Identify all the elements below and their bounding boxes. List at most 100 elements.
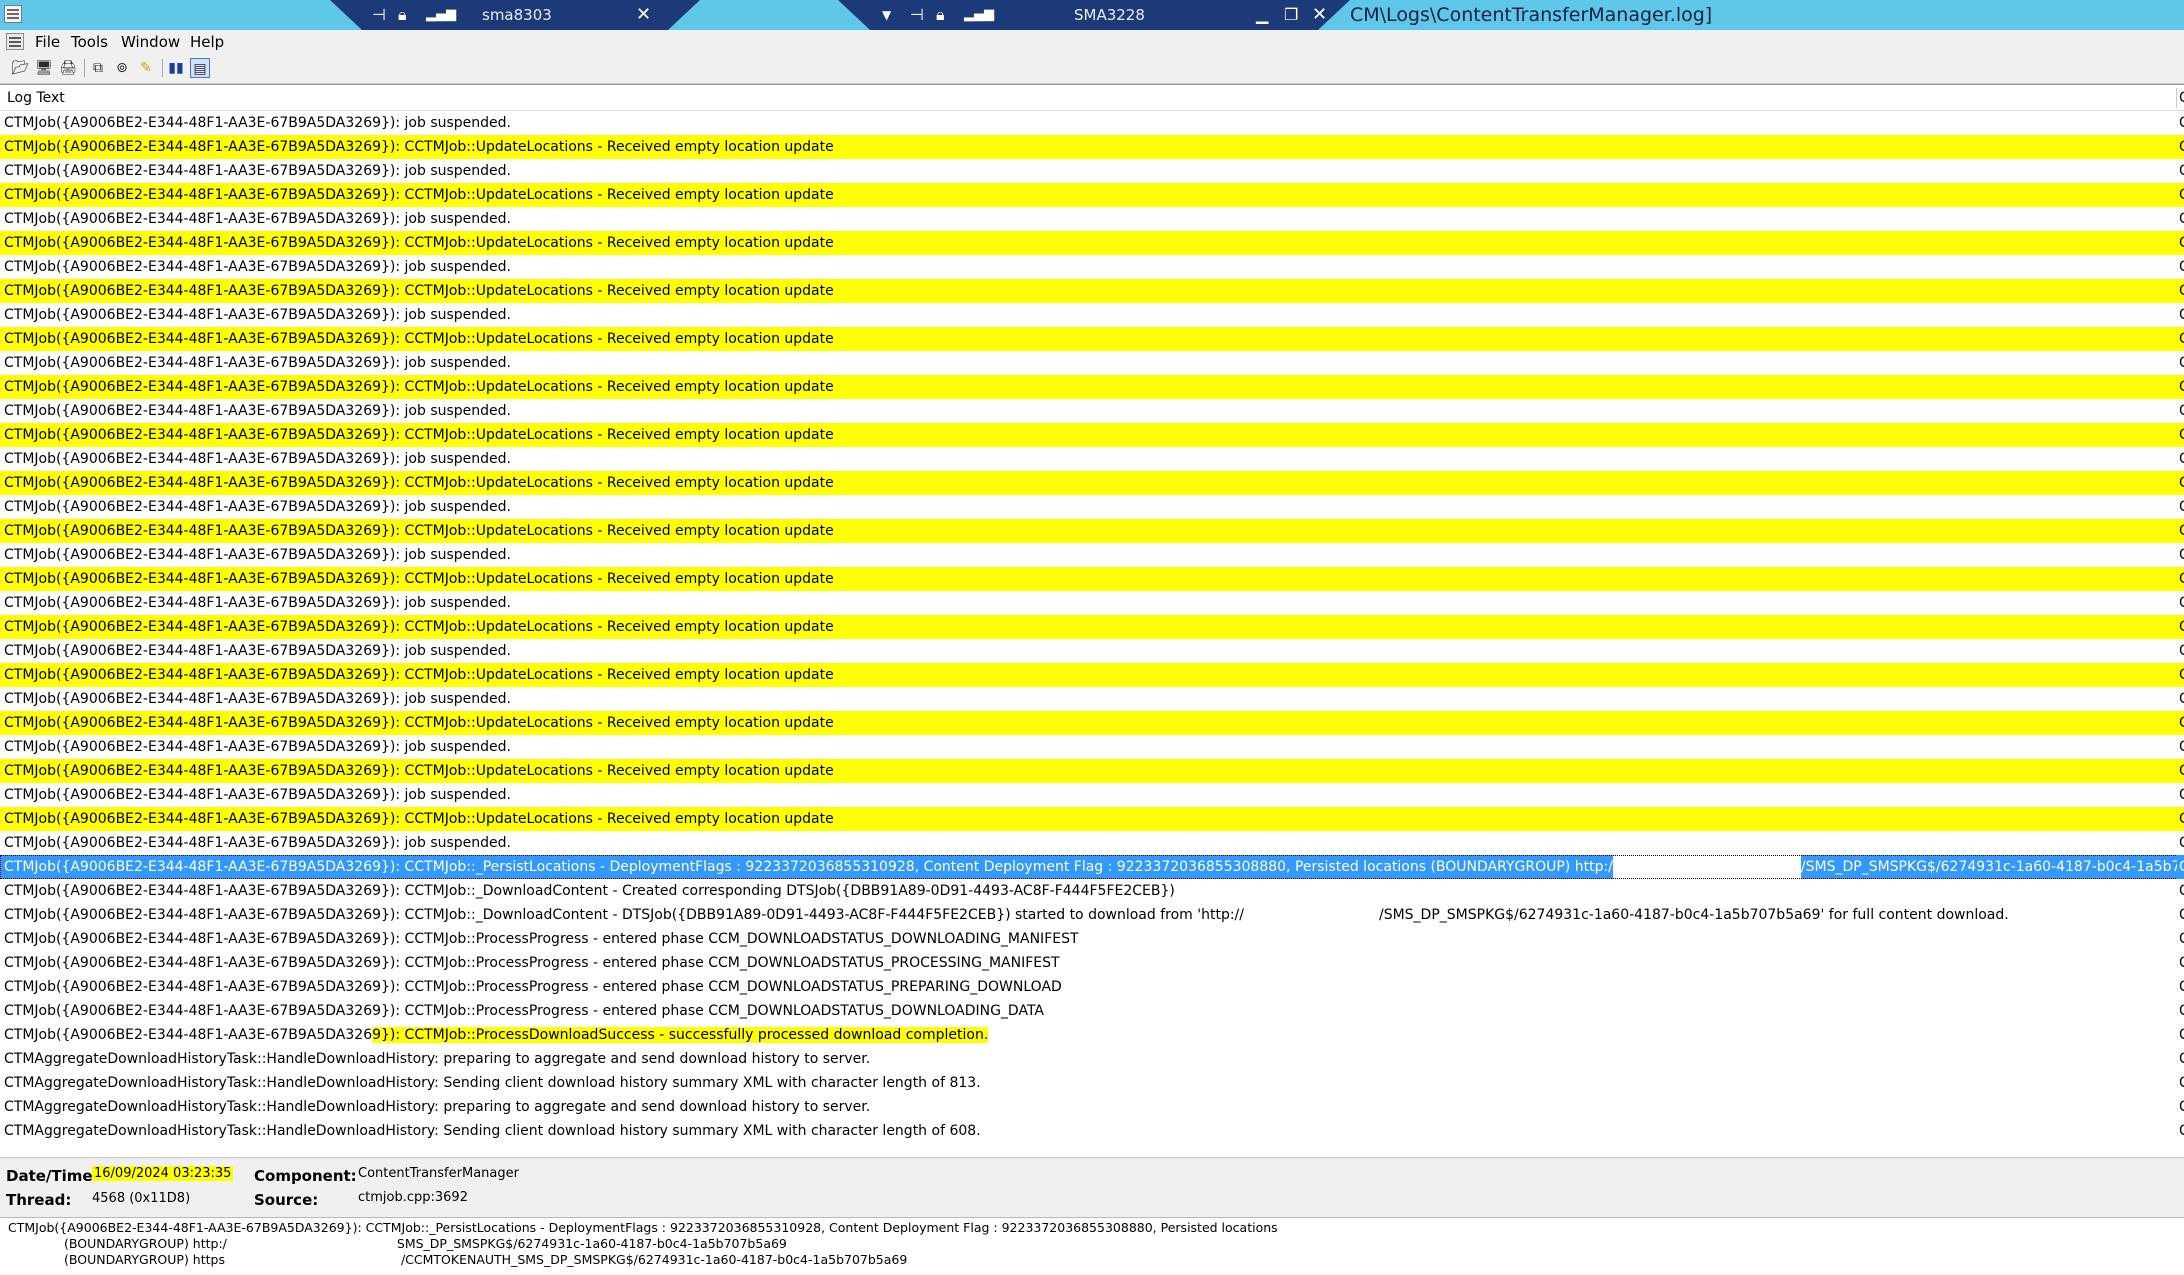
log-row-text: CTMJob({A9006BE2-E344-48F1-AA3E-67B9A5DA…: [4, 595, 512, 611]
log-row[interactable]: CTMJob({A9006BE2-E344-48F1-AA3E-67B9A5DA…: [0, 375, 2184, 399]
remote-tab-sma8303[interactable]: ⊣ 🔒︎ ▂▄▆ sma8303 ✕: [330, 0, 700, 30]
log-row[interactable]: CTMJob({A9006BE2-E344-48F1-AA3E-67B9A5DA…: [0, 231, 2184, 255]
log-row[interactable]: CTMAggregateDownloadHistoryTask::HandleD…: [0, 1119, 2184, 1143]
log-row[interactable]: CTMJob({A9006BE2-E344-48F1-AA3E-67B9A5DA…: [0, 999, 2184, 1023]
log-row-highlighted-text: 9}): CCTMJob::ProcessDownloadSuccess - s…: [372, 1027, 989, 1043]
lock-icon[interactable]: 🔒︎: [936, 0, 945, 30]
column-header-log-text[interactable]: Log Text: [7, 85, 65, 111]
message-segment: /CCMTOKENAUTH_SMS_DP_SMSPKG$/6274931c-1a…: [400, 1252, 908, 1267]
menu-tools[interactable]: Tools: [71, 30, 108, 54]
find-icon[interactable]: ⊚: [112, 58, 132, 78]
log-row[interactable]: CTMJob({A9006BE2-E344-48F1-AA3E-67B9A5DA…: [0, 591, 2184, 615]
log-row[interactable]: CTMJob({A9006BE2-E344-48F1-AA3E-67B9A5DA…: [0, 207, 2184, 231]
log-row[interactable]: CTMJob({A9006BE2-E344-48F1-AA3E-67B9A5DA…: [0, 327, 2184, 351]
open-icon[interactable]: 📂︎: [10, 58, 30, 78]
log-row-component-cell: C: [2177, 663, 2184, 687]
log-rows: CTMJob({A9006BE2-E344-48F1-AA3E-67B9A5DA…: [0, 111, 2184, 1143]
log-row[interactable]: CTMJob({A9006BE2-E344-48F1-AA3E-67B9A5DA…: [0, 615, 2184, 639]
log-row[interactable]: CTMAggregateDownloadHistoryTask::HandleD…: [0, 1095, 2184, 1119]
log-row[interactable]: CTMJob({A9006BE2-E344-48F1-AA3E-67B9A5DA…: [0, 831, 2184, 855]
menu-help[interactable]: Help: [190, 30, 224, 54]
log-row-component-cell: C: [2177, 999, 2184, 1023]
print-icon[interactable]: 🖨︎: [58, 58, 78, 78]
view-detail-icon[interactable]: ▤: [190, 58, 210, 78]
log-row[interactable]: CTMJob({A9006BE2-E344-48F1-AA3E-67B9A5DA…: [0, 663, 2184, 687]
log-row[interactable]: CTMJob({A9006BE2-E344-48F1-AA3E-67B9A5DA…: [0, 975, 2184, 999]
log-row-text: CTMJob({A9006BE2-E344-48F1-AA3E-67B9A5DA…: [4, 883, 1175, 899]
remote-tab-title: SMA3228: [1074, 6, 1145, 24]
log-row[interactable]: CTMJob({A9006BE2-E344-48F1-AA3E-67B9A5DA…: [0, 951, 2184, 975]
log-row-component-cell: C: [2177, 375, 2184, 399]
log-row-selected[interactable]: CTMJob({A9006BE2-E344-48F1-AA3E-67B9A5DA…: [0, 855, 2184, 879]
dropdown-icon[interactable]: ▼: [882, 0, 891, 30]
log-row[interactable]: CTMJob({A9006BE2-E344-48F1-AA3E-67B9A5DA…: [0, 903, 2184, 927]
log-row[interactable]: CTMJob({A9006BE2-E344-48F1-AA3E-67B9A5DA…: [0, 471, 2184, 495]
pin-icon[interactable]: ⊣: [372, 0, 386, 30]
log-row[interactable]: CTMJob({A9006BE2-E344-48F1-AA3E-67B9A5DA…: [0, 783, 2184, 807]
log-row[interactable]: CTMJob({A9006BE2-E344-48F1-AA3E-67B9A5DA…: [0, 639, 2184, 663]
column-separator[interactable]: [2176, 88, 2177, 108]
log-row[interactable]: CTMJob({A9006BE2-E344-48F1-AA3E-67B9A5DA…: [0, 927, 2184, 951]
log-row[interactable]: CTMAggregateDownloadHistoryTask::HandleD…: [0, 1047, 2184, 1071]
log-row[interactable]: CTMJob({A9006BE2-E344-48F1-AA3E-67B9A5DA…: [0, 423, 2184, 447]
log-row-component-cell: C: [2177, 183, 2184, 207]
log-row-component-cell: C: [2177, 1023, 2184, 1047]
lock-icon[interactable]: 🔒︎: [398, 0, 407, 30]
log-row[interactable]: CTMJob({A9006BE2-E344-48F1-AA3E-67B9A5DA…: [0, 159, 2184, 183]
log-row-component-cell: C: [2177, 255, 2184, 279]
log-row-component-cell: C: [2177, 159, 2184, 183]
minimize-icon[interactable]: ▁: [1256, 0, 1268, 30]
log-message-text[interactable]: CTMJob({A9006BE2-E344-48F1-AA3E-67B9A5DA…: [0, 1217, 2184, 1275]
log-row[interactable]: CTMJob({A9006BE2-E344-48F1-AA3E-67B9A5DA…: [0, 711, 2184, 735]
menu-file[interactable]: File: [35, 30, 60, 54]
close-icon[interactable]: ✕: [636, 0, 651, 30]
log-row[interactable]: CTMJob({A9006BE2-E344-48F1-AA3E-67B9A5DA…: [0, 807, 2184, 831]
log-row-component-cell: C: [2177, 951, 2184, 975]
log-row-component-cell: C: [2177, 759, 2184, 783]
pin-icon[interactable]: ⊣: [910, 0, 924, 30]
highlight-icon[interactable]: ✎: [136, 58, 156, 78]
log-row-component-cell: C: [2177, 543, 2184, 567]
log-row[interactable]: CTMJob({A9006BE2-E344-48F1-AA3E-67B9A5DA…: [0, 111, 2184, 135]
signal-icon: ▂▄▆: [426, 7, 456, 22]
log-row[interactable]: CTMJob({A9006BE2-E344-48F1-AA3E-67B9A5DA…: [0, 687, 2184, 711]
log-row[interactable]: CTMJob({A9006BE2-E344-48F1-AA3E-67B9A5DA…: [0, 879, 2184, 903]
log-row-text: CTMJob({A9006BE2-E344-48F1-AA3E-67B9A5DA…: [4, 283, 834, 299]
log-grid[interactable]: Log Text C CTMJob({A9006BE2-E344-48F1-AA…: [0, 84, 2184, 1157]
log-row-component-cell: C: [2177, 231, 2184, 255]
log-row-text: CTMJob({A9006BE2-E344-48F1-AA3E-67B9A5DA…: [4, 187, 834, 203]
thread-label: Thread:: [6, 1191, 72, 1209]
log-row-component-cell: C: [2177, 351, 2184, 375]
log-row[interactable]: CTMJob({A9006BE2-E344-48F1-AA3E-67B9A5DA…: [0, 447, 2184, 471]
log-row[interactable]: CTMJob({A9006BE2-E344-48F1-AA3E-67B9A5DA…: [0, 543, 2184, 567]
close-icon[interactable]: ✕: [1312, 0, 1327, 30]
log-row[interactable]: CTMJob({A9006BE2-E344-48F1-AA3E-67B9A5DA…: [0, 183, 2184, 207]
log-row[interactable]: CTMJob({A9006BE2-E344-48F1-AA3E-67B9A5DA…: [0, 1023, 2184, 1047]
remote-tab-sma3228[interactable]: ▼ ⊣ 🔒︎ ▂▄▆ SMA3228 ▁ ❐ ✕: [838, 0, 1350, 30]
log-row[interactable]: CTMJob({A9006BE2-E344-48F1-AA3E-67B9A5DA…: [0, 351, 2184, 375]
log-row[interactable]: CTMJob({A9006BE2-E344-48F1-AA3E-67B9A5DA…: [0, 255, 2184, 279]
log-row[interactable]: CTMJob({A9006BE2-E344-48F1-AA3E-67B9A5DA…: [0, 399, 2184, 423]
log-row[interactable]: CTMAggregateDownloadHistoryTask::HandleD…: [0, 1071, 2184, 1095]
log-row[interactable]: CTMJob({A9006BE2-E344-48F1-AA3E-67B9A5DA…: [0, 279, 2184, 303]
copy-icon[interactable]: ⧉: [88, 58, 108, 78]
restore-icon[interactable]: ❐: [1284, 0, 1298, 30]
log-row[interactable]: CTMJob({A9006BE2-E344-48F1-AA3E-67B9A5DA…: [0, 519, 2184, 543]
log-row[interactable]: CTMJob({A9006BE2-E344-48F1-AA3E-67B9A5DA…: [0, 735, 2184, 759]
open-server-icon[interactable]: 🖥︎: [34, 58, 54, 78]
log-row[interactable]: CTMJob({A9006BE2-E344-48F1-AA3E-67B9A5DA…: [0, 567, 2184, 591]
toolbar-separator: [84, 59, 85, 77]
log-row-text: CTMJob({A9006BE2-E344-48F1-AA3E-67B9A5DA…: [4, 403, 512, 419]
log-row[interactable]: CTMJob({A9006BE2-E344-48F1-AA3E-67B9A5DA…: [0, 759, 2184, 783]
log-row-component-cell: C: [2177, 711, 2184, 735]
menu-window[interactable]: Window: [121, 30, 180, 54]
pause-icon[interactable]: ▮▮: [166, 58, 186, 78]
log-row[interactable]: CTMJob({A9006BE2-E344-48F1-AA3E-67B9A5DA…: [0, 135, 2184, 159]
system-menu-icon[interactable]: [6, 33, 24, 50]
menu-bar: File Tools Window Help: [0, 30, 2184, 54]
column-header-component[interactable]: C: [2179, 85, 2184, 111]
log-row[interactable]: CTMJob({A9006BE2-E344-48F1-AA3E-67B9A5DA…: [0, 303, 2184, 327]
log-row-text: CTMJob({A9006BE2-E344-48F1-AA3E-67B9A5DA…: [4, 667, 834, 683]
thread-value: 4568 (0x11D8): [92, 1191, 191, 1206]
log-row[interactable]: CTMJob({A9006BE2-E344-48F1-AA3E-67B9A5DA…: [0, 495, 2184, 519]
